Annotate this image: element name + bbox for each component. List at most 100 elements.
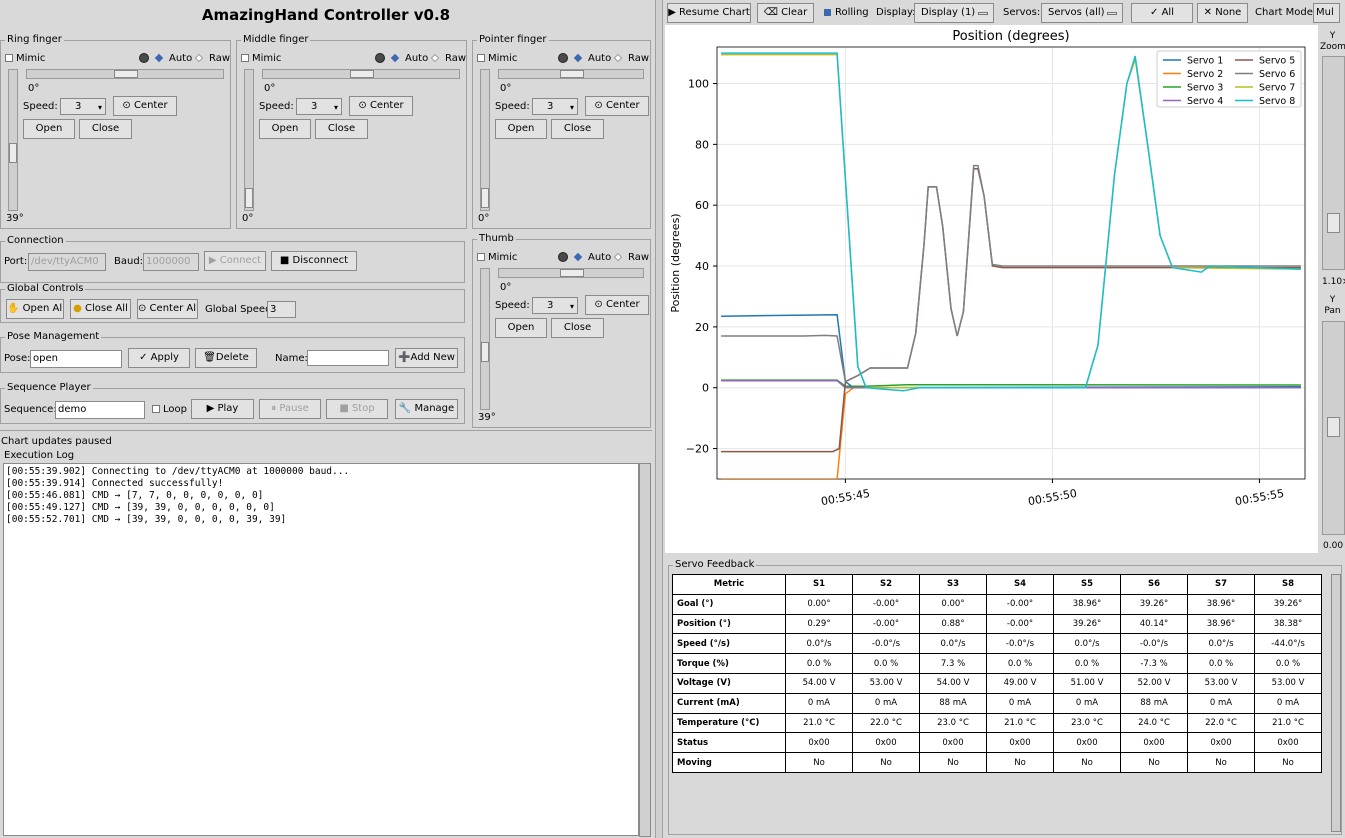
thumb-horizontal-slider[interactable] [498, 268, 644, 278]
y-tick-label: 0 [702, 382, 709, 395]
table-row: Speed (°/s) 0.0°/s -0.0°/s 0.0°/s -0.0°/s 0.0… [672, 633, 1322, 655]
ring-finger-speed-spinbox[interactable]: 3 ▾ [60, 98, 106, 115]
table-cell: 24.0 °C [1120, 712, 1188, 734]
position-chart[interactable]: Position (degrees) −20 0 20 40 60 80 100 00:55:4… [665, 25, 1318, 553]
delete-button[interactable]: 🗑Delete [195, 348, 257, 368]
table-cell: 0 mA [852, 692, 920, 714]
rolling-checkbox[interactable] [824, 9, 831, 16]
stop-button[interactable]: ■ Stop [326, 399, 388, 419]
middle-finger-horizontal-thumb[interactable] [350, 70, 374, 78]
thumb-open-button[interactable]: Open [495, 318, 547, 338]
open-all-button[interactable]: ✋ Open All [6, 299, 64, 319]
add-new-button[interactable]: ➕Add New [395, 348, 458, 368]
middle-finger-auto-label: Auto [405, 53, 429, 64]
pause-button[interactable]: ⏸ Pause [259, 399, 321, 419]
servos-menu[interactable]: Servos (all) [1041, 3, 1123, 23]
table-cell: 0.0 % [1254, 653, 1322, 674]
select-none-button[interactable]: ✕ None [1197, 3, 1248, 23]
ring-finger-center-button[interactable]: ⊙ Center [113, 96, 177, 116]
thumb-vertical-slider[interactable] [480, 268, 490, 410]
middle-finger-speed-spinbox[interactable]: 3 ▾ [296, 98, 342, 115]
y-zoom-slider[interactable] [1322, 56, 1345, 270]
execution-log[interactable]: [00:55:39.902] Connecting to /dev/ttyACM… [3, 463, 639, 836]
middle-finger-horizontal-slider[interactable] [262, 69, 460, 79]
ring-finger-horizontal-thumb[interactable] [114, 70, 138, 78]
middle-finger-vertical-thumb[interactable] [245, 188, 253, 208]
display-menu[interactable]: Display (1) [914, 3, 994, 23]
disconnect-button[interactable]: ■ Disconnect [271, 251, 357, 271]
ring-finger-vertical-slider[interactable] [8, 69, 18, 211]
legend-label: Servo 7 [1259, 83, 1295, 94]
delete-label: Delete [215, 352, 249, 363]
clear-button[interactable]: ⌫ Clear [757, 3, 814, 23]
thumb-vertical-thumb[interactable] [481, 342, 489, 362]
ring-finger-close-button[interactable]: Close [79, 119, 132, 139]
center-all-button[interactable]: ⊙ Center All [137, 299, 198, 319]
rolling-label: Rolling [835, 7, 869, 18]
table-cell: 0x00 [1187, 732, 1255, 754]
select-all-button[interactable]: ✓ All [1131, 3, 1193, 23]
series-line-6 [721, 164, 1301, 383]
y-pan-slider[interactable] [1322, 321, 1345, 535]
pointer-finger-speed-spinbox[interactable]: 3 ▾ [532, 98, 578, 115]
thumb-speed-spinbox[interactable]: 3 ▾ [532, 297, 578, 314]
pointer-finger-open-button[interactable]: Open [495, 119, 547, 139]
pointer-finger-vertical-thumb[interactable] [481, 188, 489, 208]
ring-finger-vertical-value: 39° [6, 213, 24, 224]
middle-finger-vertical-slider[interactable] [244, 69, 254, 211]
metric-name-cell: Moving [672, 752, 786, 773]
connect-button[interactable]: ▶ Connect [204, 251, 266, 271]
pane-divider[interactable] [655, 0, 663, 838]
thumb-auto-label: Auto [588, 252, 612, 263]
pointer-finger-close-button[interactable]: Close [551, 119, 604, 139]
thumb-center-button[interactable]: ⊙ Center [585, 295, 649, 315]
ring-finger-mimic-checkbox[interactable] [5, 54, 13, 62]
resume-chart-button[interactable]: ▶ Resume Chart [667, 3, 751, 23]
middle-finger-raw-label: Raw [445, 53, 467, 64]
log-scrollbar[interactable] [639, 463, 651, 837]
thumb-mimic-checkbox[interactable] [477, 253, 485, 261]
add-new-label: Add New [410, 352, 455, 363]
middle-finger-mimic-checkbox[interactable] [241, 54, 249, 62]
manage-button[interactable]: 🔧 Manage [395, 399, 458, 419]
sequence-combo[interactable]: demo [55, 401, 145, 419]
pointer-finger-mimic-checkbox[interactable] [477, 54, 485, 62]
metric-header: Metric [672, 574, 786, 595]
baud-combo[interactable]: 1000000 [143, 253, 199, 271]
metric-name-cell: Voltage (V) [672, 672, 786, 694]
y-pan-thumb[interactable] [1327, 417, 1340, 437]
pointer-finger-center-button[interactable]: ⊙ Center [585, 96, 649, 116]
middle-finger-open-button[interactable]: Open [259, 119, 311, 139]
table-cell: 0x00 [1120, 732, 1188, 754]
apply-button[interactable]: ✓ Apply [128, 348, 190, 368]
table-row: Moving No No No No No No No No [672, 752, 1322, 773]
table-cell: 52.00 V [1120, 672, 1188, 694]
y-zoom-thumb[interactable] [1327, 213, 1340, 233]
middle-finger-close-button[interactable]: Close [315, 119, 368, 139]
metric-name-cell: Temperature (°C) [672, 712, 786, 734]
ring-finger-vertical-thumb[interactable] [9, 143, 17, 163]
middle-finger-center-button[interactable]: ⊙ Center [349, 96, 413, 116]
loop-checkbox[interactable] [152, 405, 160, 413]
play-button[interactable]: ▶ Play [191, 399, 254, 419]
pointer-finger-horizontal-thumb[interactable] [560, 70, 584, 78]
pose-name-input[interactable] [307, 350, 389, 366]
pointer-finger-vertical-slider[interactable] [480, 69, 490, 211]
close-all-button[interactable]: ● Close All [70, 299, 131, 319]
pointer-finger-horizontal-slider[interactable] [498, 69, 644, 79]
port-combo[interactable]: /dev/ttyACM0 [28, 253, 106, 271]
global-speed-spinbox[interactable]: 3 [267, 301, 296, 318]
servo-column-header: S8 [1254, 574, 1322, 595]
table-cell: 0.0 % [852, 653, 920, 674]
ring-finger-horizontal-slider[interactable] [26, 69, 224, 79]
thumb-status-led [558, 252, 568, 262]
thumb-horizontal-thumb[interactable] [560, 269, 584, 277]
feedback-scrollbar[interactable] [1331, 574, 1341, 832]
pose-combo[interactable]: open [30, 350, 122, 368]
thumb-close-button[interactable]: Close [551, 318, 604, 338]
ring-finger-open-button[interactable]: Open [23, 119, 75, 139]
table-cell: No [1120, 752, 1188, 773]
table-cell: -0.00° [986, 613, 1054, 635]
table-cell: 53.00 V [1187, 672, 1255, 694]
chart-mode-menu[interactable]: Mul [1313, 3, 1340, 23]
